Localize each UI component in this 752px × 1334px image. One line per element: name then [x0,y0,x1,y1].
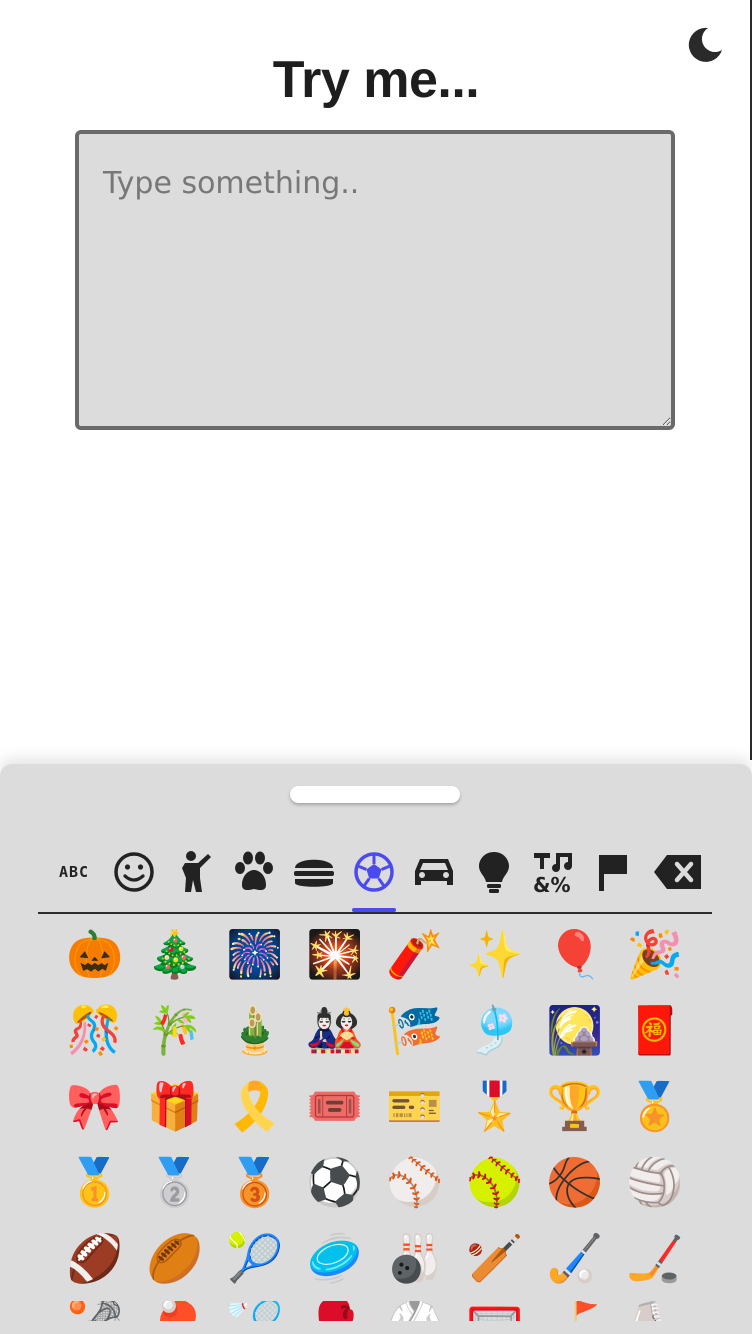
emoji-key[interactable]: 🎾 [215,1220,295,1296]
emoji-key[interactable]: 🏏 [455,1220,535,1296]
smiley-icon [114,852,154,892]
emoji-key[interactable]: 🏑 [535,1220,615,1296]
text-input[interactable] [75,130,675,430]
emoji-key[interactable]: 🏆 [535,1068,615,1144]
backspace-icon [654,855,701,889]
emoji-key[interactable]: ⛳ [535,1301,615,1321]
emoji-key[interactable]: 🎳 [375,1220,455,1296]
emoji-key[interactable]: 🥏 [295,1220,375,1296]
drag-handle[interactable] [290,786,460,803]
emoji-key[interactable]: 🥇 [55,1144,135,1220]
emoji-key[interactable]: 🏸 [215,1301,295,1321]
emoji-key[interactable]: 🥍 [55,1301,135,1321]
emoji-key[interactable]: 🏓 [135,1301,215,1321]
emoji-key[interactable]: 🎀 [55,1068,135,1144]
emoji-key[interactable]: 🎁 [135,1068,215,1144]
emoji-row: 🥇 🥈 🥉 ⚽ ⚾ 🥎 🏀 🏐 [55,1144,695,1220]
emoji-key[interactable]: 🥊 [295,1301,375,1321]
category-flags[interactable] [584,838,644,906]
emoji-key[interactable]: 🎫 [375,1068,455,1144]
category-abc[interactable]: ABC [44,838,104,906]
burger-icon [294,859,334,887]
soccer-ball-icon [354,852,394,892]
emoji-row: 🎃 🎄 🎆 🎇 🧨 ✨ 🎈 🎉 [55,916,695,992]
category-bar: ABC &% [38,838,712,914]
abc-icon: ABC [58,863,90,881]
emoji-key[interactable]: 🧧 [615,992,695,1068]
emoji-key[interactable]: ⚽ [295,1144,375,1220]
emoji-key[interactable]: 🥎 [455,1144,535,1220]
paw-icon [235,851,273,891]
category-food[interactable] [284,838,344,906]
page-title: Try me... [272,51,480,109]
emoji-key[interactable]: ⚾ [375,1144,455,1220]
emoji-key[interactable]: 🥅 [455,1301,535,1321]
emoji-key[interactable]: 🎉 [615,916,695,992]
emoji-key[interactable]: 🎑 [535,992,615,1068]
emoji-key[interactable]: 🏉 [135,1220,215,1296]
emoji-key[interactable]: 🎆 [215,916,295,992]
emoji-row: 🎊 🎋 🎍 🎎 🎏 🎐 🎑 🧧 [55,992,695,1068]
emoji-key[interactable]: 🏅 [615,1068,695,1144]
symbols-icon: &% [533,853,572,894]
flag-icon [599,855,627,891]
category-symbols[interactable]: &% [524,838,584,906]
emoji-key[interactable]: 🏐 [615,1144,695,1220]
lightbulb-icon [479,852,509,893]
emoji-key[interactable]: ✨ [455,916,535,992]
emoji-key[interactable]: 🎗️ [215,1068,295,1144]
category-animals[interactable] [224,838,284,906]
category-activities[interactable] [344,838,404,912]
emoji-key[interactable]: 🎖️ [455,1068,535,1144]
emoji-key[interactable]: 🎋 [135,992,215,1068]
emoji-key[interactable]: 🥋 [375,1301,455,1321]
emoji-key[interactable]: 🎐 [455,992,535,1068]
emoji-key[interactable]: 🧨 [375,916,455,992]
emoji-keyboard: ABC &% 🎃 🎄 🎆 🎇 🧨 ✨ 🎈 🎉 🎊 🎋 🎍 🎎 🎏 🎐 🎑 🧧 🎀… [0,764,752,1334]
emoji-row: 🎀 🎁 🎗️ 🎟️ 🎫 🎖️ 🏆 🏅 [55,1068,695,1144]
emoji-key[interactable]: 🎟️ [295,1068,375,1144]
emoji-row: 🏈 🏉 🎾 🥏 🎳 🏏 🏑 🏒 [55,1220,695,1296]
svg-text:&%: &% [533,873,570,894]
emoji-key[interactable]: 🎈 [535,916,615,992]
backspace-button[interactable] [648,838,708,906]
emoji-key[interactable]: 🎍 [215,992,295,1068]
emoji-key[interactable]: 🎇 [295,916,375,992]
emoji-key[interactable]: 🏀 [535,1144,615,1220]
emoji-key[interactable]: 🥈 [135,1144,215,1220]
emoji-key[interactable]: 🏈 [55,1220,135,1296]
emoji-key[interactable]: 🎎 [295,992,375,1068]
category-travel[interactable] [404,838,464,906]
category-smileys[interactable] [104,838,164,906]
category-people[interactable] [164,838,224,906]
person-icon [182,851,211,892]
emoji-row-partial: 🥍 🏓 🏸 🥊 🥋 🥅 ⛳ ⛸️ [55,1301,695,1321]
emoji-key[interactable]: ⛸️ [615,1301,695,1321]
category-objects[interactable] [464,838,524,906]
emoji-key[interactable]: 🥉 [215,1144,295,1220]
car-icon [415,859,453,885]
emoji-key[interactable]: 🎏 [375,992,455,1068]
emoji-key[interactable]: 🎄 [135,916,215,992]
emoji-grid: 🎃 🎄 🎆 🎇 🧨 ✨ 🎈 🎉 🎊 🎋 🎍 🎎 🎏 🎐 🎑 🧧 🎀 🎁 🎗️ 🎟… [0,916,752,1321]
emoji-key[interactable]: 🎊 [55,992,135,1068]
emoji-key[interactable]: 🎃 [55,916,135,992]
emoji-key[interactable]: 🏒 [615,1220,695,1296]
